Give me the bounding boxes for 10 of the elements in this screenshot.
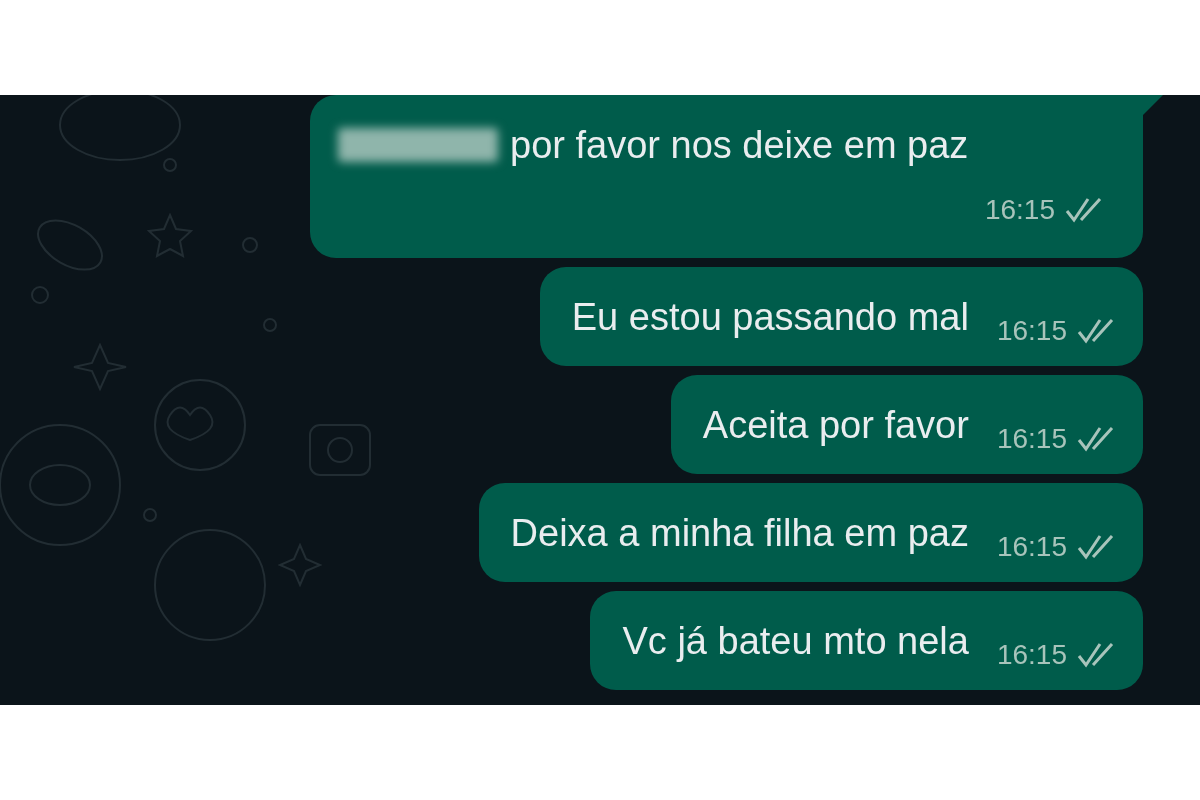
message-time: 16:15 <box>996 313 1067 348</box>
message-time: 16:15 <box>984 193 1055 227</box>
message-text: Aceita por favor <box>702 402 969 447</box>
message-text: Deixa a minha filha em paz <box>510 510 969 555</box>
message-text: Eu estou passando mal <box>571 294 969 339</box>
message-time: 16:15 <box>996 529 1067 564</box>
message-text: Vc já bateu mto nela <box>622 618 969 663</box>
message-text: por favor nos deixe em paz <box>510 123 969 167</box>
message-time: 16:15 <box>996 421 1067 456</box>
message-time: 16:15 <box>996 637 1067 672</box>
